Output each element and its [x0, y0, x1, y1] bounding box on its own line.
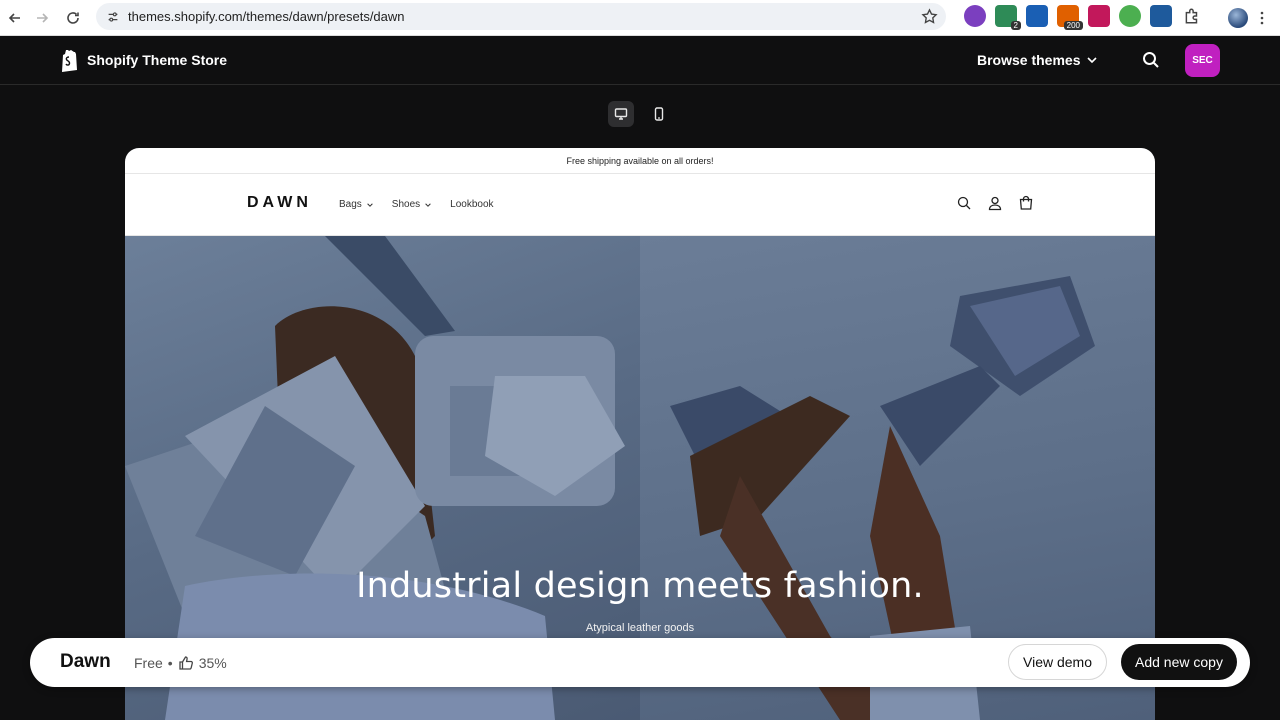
desktop-view-button[interactable] — [608, 101, 634, 127]
mobile-view-button[interactable] — [646, 101, 672, 127]
arrow-left-icon — [8, 13, 20, 23]
device-toggle — [608, 101, 672, 127]
chevron-down-icon — [425, 202, 431, 207]
reload-button[interactable] — [58, 3, 88, 33]
preview-brand-logo[interactable]: DAWN — [247, 194, 312, 212]
counter-ext-icon[interactable]: 200 — [1057, 5, 1083, 30]
store-logo-link[interactable]: Shopify Theme Store — [60, 48, 227, 72]
theme-name: Dawn — [60, 651, 111, 672]
extensions-area: 2 200 — [964, 5, 1172, 30]
search-icon[interactable] — [956, 195, 972, 211]
forward-button[interactable] — [27, 3, 57, 33]
theme-meta: Free • 35% — [134, 655, 227, 671]
account-avatar[interactable]: SEC — [1185, 44, 1220, 77]
extension-badge: 200 — [1063, 21, 1083, 30]
meta-separator: • — [167, 655, 173, 671]
chevron-down-icon — [1087, 57, 1098, 64]
browse-themes-menu[interactable]: Browse themes — [977, 52, 1098, 68]
nav-item-lookbook[interactable]: Lookbook — [450, 199, 493, 210]
preview-nav: Bags Shoes Lookbook — [339, 199, 494, 210]
hero-subtitle: Atypical leather goods — [585, 622, 695, 634]
desktop-icon — [614, 108, 628, 120]
preview-header-icons — [956, 195, 1034, 211]
theme-action-bar: Dawn Free • 35% View demo Add new copy — [30, 638, 1250, 687]
back-button[interactable] — [0, 3, 30, 33]
theme-preview-frame: Free shipping available on all orders! D… — [125, 148, 1155, 720]
chat-ext-icon[interactable]: 2 — [995, 5, 1021, 30]
preview-site-header: DAWN Bags Shoes Lookbook — [125, 174, 1155, 236]
browser-toolbar: themes.shopify.com/themes/dawn/presets/d… — [0, 0, 1280, 36]
browser-menu-icon[interactable] — [1250, 6, 1274, 30]
browse-themes-label: Browse themes — [977, 52, 1081, 68]
arrow-right-icon — [37, 13, 49, 23]
grid-ext-icon[interactable] — [1150, 5, 1172, 27]
profile-avatar[interactable] — [1228, 8, 1248, 28]
download-ext-icon[interactable] — [1088, 5, 1110, 27]
nav-item-shoes[interactable]: Shoes — [392, 199, 432, 210]
account-icon[interactable] — [987, 195, 1003, 211]
bookmark-star-icon[interactable] — [921, 8, 938, 25]
search-icon — [1143, 52, 1159, 68]
cart-icon[interactable] — [1018, 195, 1034, 211]
extension-badge: 2 — [1010, 21, 1021, 30]
thumbs-up-icon — [179, 656, 193, 670]
announcement-bar: Free shipping available on all orders! — [125, 148, 1155, 174]
store-header: Shopify Theme Store Browse themes SEC — [0, 36, 1280, 85]
reload-icon — [67, 12, 79, 24]
store-logo-text: Shopify Theme Store — [87, 52, 228, 68]
extensions-puzzle-icon[interactable] — [1183, 7, 1201, 30]
puzzle-green-ext-icon[interactable] — [1119, 5, 1141, 27]
site-settings-icon[interactable] — [106, 10, 120, 24]
view-demo-button[interactable]: View demo — [1008, 644, 1108, 680]
url-text[interactable]: themes.shopify.com/themes/dawn/presets/d… — [128, 9, 405, 24]
nav-item-bags[interactable]: Bags — [339, 199, 374, 210]
mobile-icon — [654, 107, 664, 121]
flower-ext-icon[interactable] — [964, 5, 986, 27]
at-ext-icon[interactable] — [1026, 5, 1048, 27]
search-button[interactable] — [1141, 50, 1161, 70]
shopify-bag-icon — [62, 50, 77, 72]
chevron-down-icon — [367, 202, 373, 207]
theme-price: Free — [134, 655, 163, 671]
address-bar[interactable]: themes.shopify.com/themes/dawn/presets/d… — [96, 3, 946, 30]
hero-title: Industrial design meets fashion. — [356, 566, 924, 606]
add-new-copy-button[interactable]: Add new copy — [1121, 644, 1237, 680]
theme-rating: 35% — [198, 655, 227, 671]
